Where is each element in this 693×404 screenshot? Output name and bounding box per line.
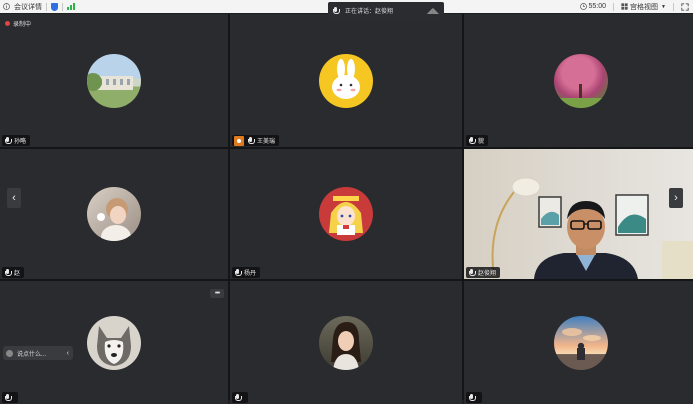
sunset-sky-avatar [553, 315, 608, 370]
participant-tile[interactable] [230, 281, 462, 404]
fullscreen-icon[interactable] [681, 2, 689, 11]
participant-name: 赵俊翔 [478, 271, 497, 277]
participant-nametag: 杨丹 [232, 267, 261, 278]
divider [673, 2, 674, 11]
cherry-blossom-avatar [553, 53, 608, 108]
chat-placeholder: 说点什么... [17, 351, 47, 358]
recording-dot-icon [5, 21, 10, 26]
divider [613, 2, 615, 11]
next-page-button[interactable]: › [669, 188, 683, 208]
grid-view-icon[interactable] [621, 3, 628, 10]
microphone-icon [4, 137, 12, 144]
divider [46, 2, 47, 11]
info-icon[interactable] [3, 3, 10, 10]
participant-name: 孙略 [14, 139, 27, 145]
participant-tile[interactable]: 孙略 [0, 14, 228, 147]
microphone-icon [4, 269, 12, 276]
shield-icon[interactable] [51, 2, 58, 11]
network-signal-icon[interactable] [67, 3, 75, 10]
meeting-details-button[interactable]: 会议详情 [14, 2, 42, 12]
microphone-icon [234, 269, 242, 276]
microphone-icon [332, 7, 340, 14]
participant-nametag: 赵 [2, 267, 25, 278]
chevron-left-icon[interactable]: ‹ [67, 350, 69, 357]
recording-label: 录制中 [13, 22, 32, 28]
divider [62, 2, 63, 11]
building-photo-avatar [87, 53, 141, 108]
participant-tile[interactable]: 貌 [464, 14, 693, 147]
meeting-timer: 55:00 [588, 3, 607, 10]
speaking-label: 正在讲话：赵俊翔 [345, 9, 394, 15]
participant-tile[interactable]: 赵 [0, 149, 228, 279]
participant-nametag: 赵俊翔 [466, 267, 501, 278]
participant-tile[interactable] [464, 281, 693, 404]
microphone-icon [247, 137, 255, 144]
participant-name: 貌 [478, 139, 485, 145]
host-icon [234, 135, 244, 146]
chat-input-bar[interactable]: 说点什么... ‹ [3, 346, 73, 360]
participant-nametag [232, 392, 248, 403]
participant-nametag: 貌 [466, 135, 489, 146]
volume-wave-icon: ◢◣ [426, 6, 439, 15]
participant-tile[interactable]: 王美瑞 [230, 14, 462, 147]
bunny-cartoon-avatar [319, 53, 373, 108]
emoji-icon[interactable] [6, 349, 13, 357]
speaking-indicator: 正在讲话：赵俊翔 ◢◣ [328, 2, 444, 19]
view-mode-button[interactable]: 宫格视图 [630, 2, 658, 12]
clock-icon [579, 3, 587, 10]
woman-portrait-avatar [319, 315, 373, 370]
participant-tile[interactable]: 杨丹 [230, 149, 462, 279]
husky-dog-avatar [87, 315, 141, 370]
participant-name: 赵 [14, 271, 21, 277]
anime-girl-avatar [319, 187, 373, 241]
previous-page-button[interactable]: ‹ [7, 188, 21, 208]
participant-name: 杨丹 [244, 271, 257, 277]
video-feed [464, 149, 693, 279]
participant-tile[interactable]: ••• [0, 281, 228, 404]
chevron-down-icon[interactable]: ▼ [661, 4, 666, 10]
participant-nametag: 王美瑞 [232, 135, 280, 146]
participant-name: 王美瑞 [257, 139, 276, 145]
microphone-icon [468, 137, 476, 144]
participant-nametag: 孙略 [2, 135, 31, 146]
active-speaker-tile[interactable]: 赵俊翔 [464, 149, 693, 279]
child-photo-avatar [87, 187, 141, 241]
participant-grid: 孙略 王美瑞 貌 赵 杨丹 赵俊翔 ••• [0, 14, 693, 404]
more-options-button[interactable]: ••• [210, 289, 224, 298]
microphone-icon [468, 269, 476, 276]
recording-indicator[interactable]: 录制中 [5, 19, 31, 28]
participant-nametag [466, 392, 482, 403]
participant-nametag [2, 392, 18, 403]
